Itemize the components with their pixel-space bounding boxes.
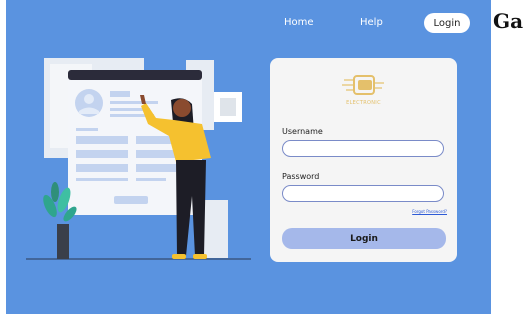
login-submit-button[interactable]: Login bbox=[282, 228, 446, 249]
avatar-icon bbox=[75, 89, 103, 117]
nav-help-link[interactable]: Help bbox=[360, 17, 383, 28]
password-input[interactable] bbox=[282, 185, 444, 202]
username-input[interactable] bbox=[282, 140, 444, 157]
nav-login-button[interactable]: Login bbox=[424, 13, 470, 33]
page-background: Home Help Login ELECTRONIC Username Pass… bbox=[6, 0, 491, 314]
hero-illustration bbox=[26, 58, 251, 260]
forgot-password-link[interactable]: Forgot Password? bbox=[412, 209, 447, 214]
password-label: Password bbox=[282, 172, 320, 181]
brand-text: Ga bbox=[493, 9, 524, 33]
nav-home-link[interactable]: Home bbox=[284, 17, 314, 28]
logo-text: ELECTRONIC bbox=[346, 100, 381, 106]
login-card: ELECTRONIC Username Password Forgot Pass… bbox=[270, 58, 457, 262]
username-label: Username bbox=[282, 127, 323, 136]
